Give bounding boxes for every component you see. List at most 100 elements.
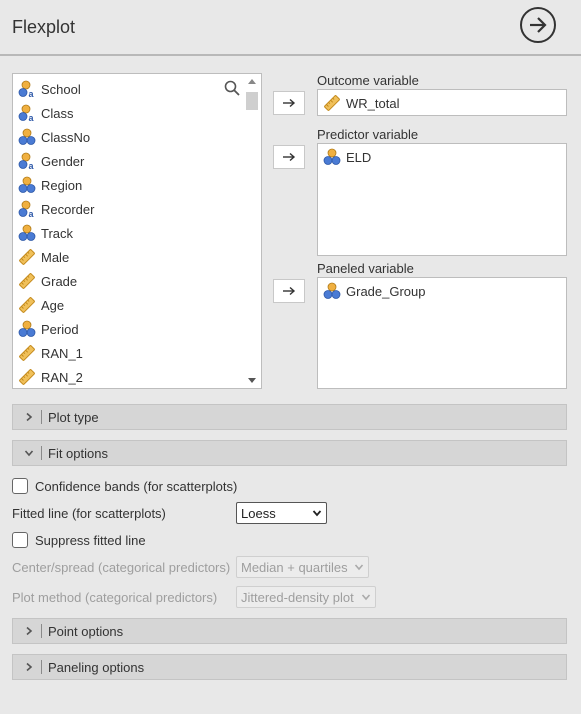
section-plot-type[interactable]: Plot type <box>12 404 567 430</box>
section-point-options[interactable]: Point options <box>12 618 567 644</box>
predictor-value: ELD <box>346 149 372 165</box>
outcome-item[interactable]: WR_total <box>323 93 399 113</box>
confidence-bands-checkbox[interactable]: Confidence bands (for scatterplots) <box>12 478 237 494</box>
search-icon[interactable] <box>224 80 240 96</box>
paneled-label: Paneled variable <box>317 261 414 276</box>
scroll-thumb[interactable] <box>246 92 258 110</box>
checkbox-box[interactable] <box>12 478 28 494</box>
scale-variable-icon <box>18 296 36 314</box>
predictor-label: Predictor variable <box>317 127 419 142</box>
nominal-variable-icon <box>323 282 341 300</box>
chevron-right-icon <box>17 412 41 422</box>
variable-item[interactable]: Age <box>18 293 243 317</box>
variable-label: ClassNo <box>41 129 91 145</box>
paneled-box[interactable]: Grade_Group <box>317 277 567 389</box>
chevron-right-icon <box>17 626 41 636</box>
predictor-box[interactable]: ELD <box>317 143 567 256</box>
variable-item[interactable]: Period <box>18 317 243 341</box>
variable-label: RAN_1 <box>41 345 83 361</box>
checkbox-box[interactable] <box>12 532 28 548</box>
variable-item[interactable]: RAN_2 <box>18 365 243 388</box>
section-divider <box>41 410 42 424</box>
nominal-text-variable-icon: a <box>18 104 36 123</box>
move-to-predictor-button[interactable] <box>273 145 305 169</box>
nominal-text-variable-icon: a <box>18 200 36 219</box>
svg-text:a: a <box>29 89 35 98</box>
scale-variable-icon <box>18 344 36 362</box>
nominal-variable-icon <box>18 128 36 146</box>
section-title: Fit options <box>48 445 108 461</box>
page-title: Flexplot <box>12 17 76 37</box>
scale-variable-icon <box>18 248 36 266</box>
confidence-bands-label: Confidence bands (for scatterplots) <box>35 478 238 494</box>
svg-text:a: a <box>29 161 35 170</box>
paneled-item[interactable]: Grade_Group <box>323 281 426 301</box>
variable-label: Age <box>41 297 65 313</box>
variable-label: Recorder <box>41 201 95 217</box>
center-spread-label: Center/spread (categorical predictors) <box>12 560 231 575</box>
fitted-line-select[interactable]: Loess <box>236 502 327 524</box>
variable-label: Region <box>41 177 83 193</box>
arrow-right-icon <box>283 286 296 296</box>
section-paneling-options[interactable]: Paneling options <box>12 654 567 680</box>
variable-item[interactable]: Grade <box>18 269 243 293</box>
variable-item[interactable]: Region <box>18 173 243 197</box>
variable-item[interactable]: a Class <box>18 101 243 125</box>
fitted-line-value: Loess <box>241 505 276 521</box>
arrow-right-circle-icon <box>530 17 547 33</box>
variable-item[interactable]: a School <box>18 77 243 101</box>
move-to-outcome-button[interactable] <box>273 91 305 115</box>
variable-item[interactable]: Track <box>18 221 243 245</box>
chevron-down-icon <box>354 564 364 571</box>
variable-label: School <box>41 81 81 97</box>
nominal-text-variable-icon: a <box>18 152 36 171</box>
fitted-line-label: Fitted line (for scatterplots) <box>12 506 166 521</box>
variable-list[interactable]: a School a Class ClassNo a Gender Region a Record… <box>12 73 262 389</box>
variable-item[interactable]: ClassNo <box>18 125 243 149</box>
nominal-variable-icon <box>323 148 341 166</box>
outcome-box[interactable]: WR_total <box>317 89 567 116</box>
variable-label: Class <box>41 105 74 121</box>
variable-item[interactable]: a Recorder <box>18 197 243 221</box>
suppress-fitted-line-label: Suppress fitted line <box>35 532 146 548</box>
variable-label: Track <box>41 225 74 241</box>
center-spread-select[interactable]: Median + quartiles <box>236 556 369 578</box>
plot-method-label: Plot method (categorical predictors) <box>12 590 218 605</box>
svg-text:a: a <box>29 113 35 122</box>
variable-list-scrollbar[interactable] <box>245 76 260 386</box>
section-title: Point options <box>48 623 124 639</box>
plot-method-value: Jittered-density plot <box>241 589 354 605</box>
scale-variable-icon <box>18 272 36 290</box>
variable-item[interactable]: RAN_1 <box>18 341 243 365</box>
scroll-down-icon[interactable] <box>248 378 256 383</box>
paneled-value: Grade_Group <box>346 283 426 299</box>
variable-label: Grade <box>41 273 78 289</box>
section-fit-options[interactable]: Fit options <box>12 440 567 466</box>
run-button[interactable] <box>520 7 556 43</box>
variable-label: Male <box>41 249 70 265</box>
svg-text:a: a <box>29 209 35 218</box>
header: Flexplot <box>0 0 581 56</box>
chevron-down-icon <box>17 448 41 458</box>
chevron-down-icon <box>312 510 322 517</box>
variable-item[interactable]: Male <box>18 245 243 269</box>
scale-variable-icon <box>323 94 341 112</box>
variable-label: Gender <box>41 153 85 169</box>
outcome-value: WR_total <box>346 95 400 111</box>
nominal-variable-icon <box>18 176 36 194</box>
nominal-variable-icon <box>18 320 36 338</box>
predictor-item[interactable]: ELD <box>323 147 371 167</box>
section-divider <box>41 624 42 638</box>
variable-item[interactable]: a Gender <box>18 149 243 173</box>
chevron-down-icon <box>361 594 371 601</box>
move-to-paneled-button[interactable] <box>273 279 305 303</box>
section-title: Paneling options <box>48 659 145 675</box>
scroll-up-icon[interactable] <box>248 79 256 84</box>
chevron-right-icon <box>17 662 41 672</box>
scale-variable-icon <box>18 368 36 386</box>
plot-method-select[interactable]: Jittered-density plot <box>236 586 376 608</box>
suppress-fitted-line-checkbox[interactable]: Suppress fitted line <box>12 532 146 548</box>
arrow-right-icon <box>283 152 296 162</box>
nominal-variable-icon <box>18 224 36 242</box>
section-divider <box>41 446 42 460</box>
